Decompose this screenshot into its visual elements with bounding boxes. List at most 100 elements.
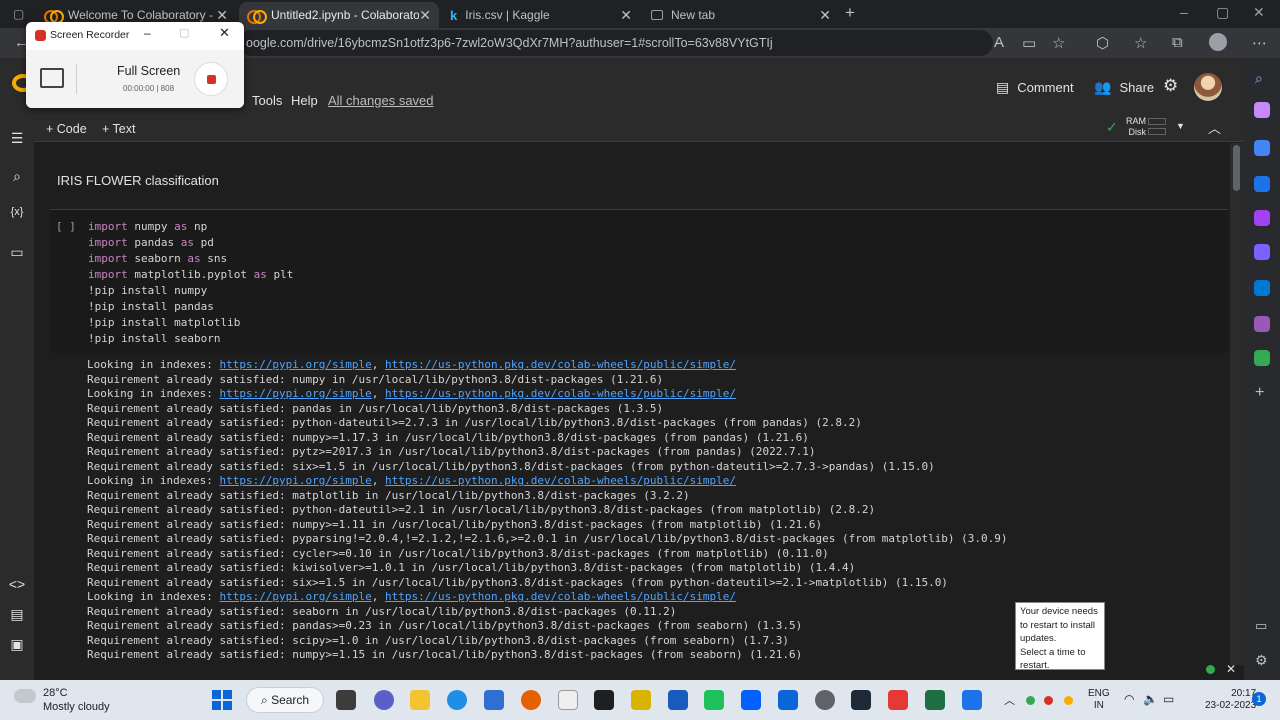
immersive-reader-icon[interactable]: ▭ [1022,34,1036,52]
volume-icon[interactable]: 🔈 [1143,692,1158,706]
new-tab-button[interactable]: + [845,3,855,23]
code-cell[interactable]: [ ] import numpy as np import pandas as p… [50,209,1228,353]
games-icon[interactable] [1254,210,1270,226]
close-icon[interactable]: ✕ [216,7,228,24]
profile-icon[interactable] [1209,33,1227,51]
edge-browser-icon[interactable] [447,690,467,710]
more-menu-icon[interactable]: ⋯ [1252,34,1267,52]
chevron-up-icon[interactable]: ︿ [1004,692,1015,708]
chevron-down-icon[interactable]: ▼ [1176,121,1185,131]
code-line[interactable]: !pip install seaborn [88,332,220,345]
scrollbar-thumb[interactable] [1233,145,1240,191]
close-icon[interactable]: ✕ [620,7,632,24]
drop-icon[interactable] [1254,316,1270,332]
pypi-link[interactable]: https://pypi.org/simple [219,590,371,603]
run-cell-button[interactable]: [ ] [56,220,76,233]
colab-wheels-link[interactable]: https://us-python.pkg.dev/colab-wheels/p… [385,387,736,400]
maximize-icon[interactable]: ▢ [1216,4,1229,21]
weather-temperature[interactable]: 28°C [43,687,68,699]
code-line[interactable]: import numpy as np [88,220,207,233]
avatar[interactable] [1194,73,1222,101]
outlook-icon[interactable] [1254,280,1270,296]
recorder-app-icon[interactable] [888,690,908,710]
code-line[interactable]: !pip install pandas [88,300,214,313]
search-icon[interactable]: ⌕ [8,168,26,185]
clock[interactable]: 20:17 23-02-2023 [1205,688,1256,712]
copilot-icon[interactable] [1254,102,1270,118]
comment-button[interactable]: ▤ Comment [996,79,1074,96]
close-icon[interactable]: ✕ [219,25,230,41]
code-line[interactable]: import matplotlib.pyplot as plt [88,268,293,281]
close-window-icon[interactable]: ✕ [1253,4,1265,21]
variables-icon[interactable]: {x} [8,206,26,218]
add-icon[interactable]: + [1255,384,1264,402]
notes-app-icon[interactable] [631,690,651,710]
file-explorer-icon[interactable] [410,690,430,710]
minimize-icon[interactable]: – [144,26,151,40]
favorites-icon[interactable]: ☆ [1134,34,1147,52]
tray-app-icon[interactable] [1026,696,1035,705]
stop-record-button[interactable] [194,62,228,96]
teams-chat-icon[interactable] [374,690,394,710]
code-snippets-icon[interactable]: <> [8,576,26,592]
m365-icon[interactable] [1254,244,1270,260]
read-aloud-icon[interactable]: A [994,34,1004,51]
code-line[interactable]: !pip install numpy [88,284,207,297]
close-icon[interactable]: ✕ [1226,662,1236,676]
table-of-contents-icon[interactable]: ☰ [8,130,26,147]
settings-gear-icon[interactable] [815,690,835,710]
tray-app-icon[interactable] [1064,696,1073,705]
pypi-link[interactable]: https://pypi.org/simple [219,474,371,487]
mail-icon[interactable] [778,690,798,710]
language-indicator[interactable]: ENG IN [1088,688,1110,712]
snipping-tool-icon[interactable] [962,690,982,710]
settings-gear-icon[interactable]: ⚙ [1163,76,1178,96]
terminal-app-icon[interactable] [851,690,871,710]
task-view-icon[interactable] [336,690,356,710]
collapse-header-icon[interactable]: ︿ [1208,118,1221,137]
code-line[interactable]: import pandas as pd [88,236,214,249]
store-icon[interactable] [484,690,504,710]
colab-wheels-link[interactable]: https://us-python.pkg.dev/colab-wheels/p… [385,358,736,371]
colab-wheels-link[interactable]: https://us-python.pkg.dev/colab-wheels/p… [385,590,736,603]
close-icon[interactable]: ✕ [419,7,431,24]
search-icon[interactable]: ⌕ [1255,70,1263,87]
settings-gear-icon[interactable]: ⚙ [1255,652,1268,669]
start-button[interactable] [212,690,232,710]
colab-wheels-link[interactable]: https://us-python.pkg.dev/colab-wheels/p… [385,474,736,487]
menu-tools[interactable]: Tools [252,93,282,108]
tree-icon[interactable] [1254,350,1270,366]
weather-description[interactable]: Mostly cloudy [43,701,110,713]
minimize-icon[interactable]: – [1180,4,1188,20]
code-line[interactable]: import seaborn as sns [88,252,227,265]
tab-actions-icon[interactable]: ▢ [13,7,24,21]
firefox-icon[interactable] [521,690,541,710]
vertical-scrollbar[interactable] [1230,143,1244,665]
saved-status[interactable]: All changes saved [328,93,434,108]
command-palette-icon[interactable]: ▤ [8,606,26,623]
code-line[interactable]: !pip install matplotlib [88,316,240,329]
screen-recorder-window[interactable]: Screen Recorder – ▢ ✕ Full Screen 00:00:… [26,22,244,108]
shopping-tag-icon[interactable] [1254,140,1270,156]
taskbar-search[interactable]: ⌕ Search [246,687,324,713]
tray-app-icon[interactable] [1044,696,1053,705]
game-app-icon[interactable] [704,690,724,710]
pypi-link[interactable]: https://pypi.org/simple [219,358,371,371]
share-button[interactable]: 👥 Share [1094,79,1154,96]
url-input[interactable]: oogle.com/drive/16ybcmzSn1otfz3p6-7zwl2o… [238,30,993,56]
favorite-star-icon[interactable]: ☆ [1052,34,1065,52]
menu-help[interactable]: Help [291,93,318,108]
pypi-link[interactable]: https://pypi.org/simple [219,387,371,400]
wifi-icon[interactable]: ◠ [1124,692,1134,706]
text-cell-heading[interactable]: IRIS FLOWER classification [57,173,219,188]
collections-icon[interactable]: ⧉ [1172,34,1183,51]
terminal-icon[interactable]: ▣ [8,636,26,653]
dropbox-icon[interactable] [741,690,761,710]
amazon-icon[interactable] [558,690,578,710]
word-icon[interactable] [668,690,688,710]
tab-kaggle-iris[interactable]: k Iris.csv | Kaggle ✕ [442,2,640,28]
screen-select-icon[interactable] [40,68,64,88]
sidebar-toggle-icon[interactable]: ▭ [1255,618,1267,634]
notification-badge[interactable]: 1 [1252,692,1266,706]
battery-icon[interactable]: ▭ [1163,692,1174,706]
